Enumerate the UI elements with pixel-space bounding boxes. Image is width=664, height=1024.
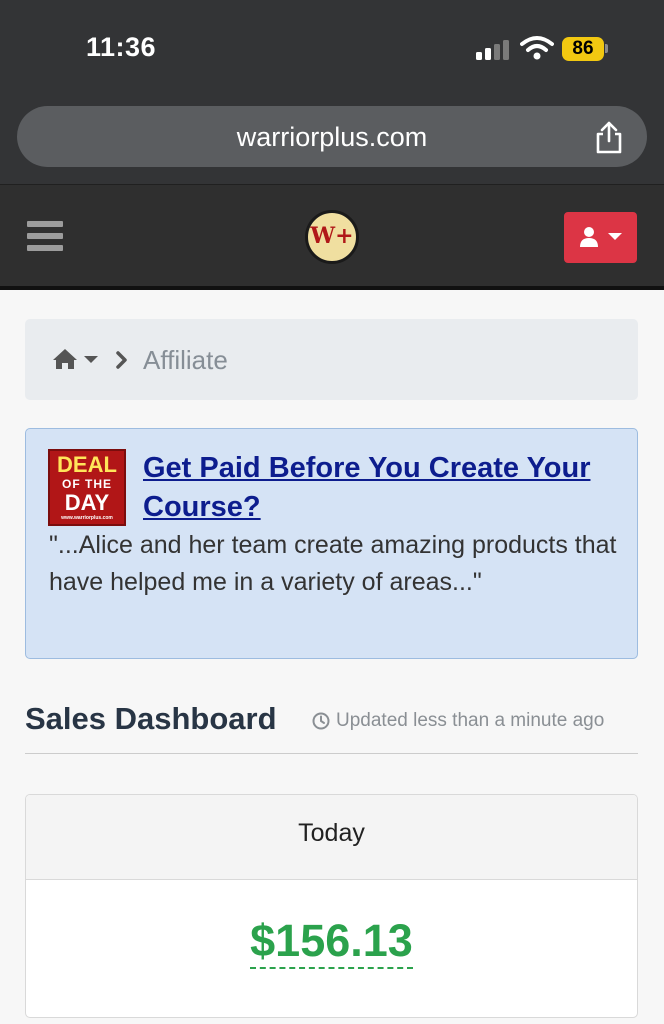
user-icon (580, 227, 598, 247)
badge-line-4: www.warriorplus.com (61, 515, 113, 521)
hamburger-menu-icon[interactable] (27, 221, 63, 251)
battery-nub (605, 44, 608, 53)
site-navbar: W+ (0, 184, 664, 290)
battery-indicator: 86 (562, 37, 604, 61)
caret-down-icon (608, 233, 622, 240)
deal-quote: "...Alice and her team create amazing pr… (49, 531, 617, 596)
panel-heading: Today (26, 795, 637, 880)
updated-timestamp: Updated less than a minute ago (336, 710, 605, 731)
status-time: 11:36 (86, 32, 157, 62)
chevron-right-icon (116, 351, 127, 369)
caret-down-icon[interactable] (84, 356, 98, 363)
address-bar[interactable]: warriorplus.com (17, 106, 647, 167)
cellular-signal-icon (476, 38, 510, 60)
sales-amount[interactable]: $156.13 (250, 915, 413, 969)
today-sales-value[interactable]: $156.13 (26, 915, 637, 969)
warriorplus-logo[interactable]: W+ (305, 210, 359, 264)
url-text[interactable]: warriorplus.com (17, 122, 647, 153)
deal-of-the-day-badge[interactable]: DEAL OF THE DAY www.warriorplus.com (48, 449, 126, 526)
breadcrumb-current: Affiliate (143, 345, 228, 375)
share-icon[interactable] (593, 120, 625, 154)
badge-line-1: DEAL (57, 452, 117, 477)
wifi-icon (520, 36, 554, 60)
dashboard-header: Sales Dashboard Updated less than a minu… (25, 698, 638, 754)
page-title: Sales Dashboard (25, 701, 277, 736)
browser-chrome: 11:36 86 warriorplus.com (0, 0, 664, 184)
deal-of-the-day-alert: DEAL OF THE DAY www.warriorplus.com Get … (25, 428, 638, 659)
clock-icon (312, 712, 330, 730)
home-icon[interactable] (52, 348, 78, 370)
deal-title-link[interactable]: Get Paid Before You Create Your Course? (143, 449, 613, 527)
badge-line-2: OF THE (62, 477, 112, 491)
today-sales-panel: Today $156.13 (25, 794, 638, 1018)
breadcrumb: Affiliate (25, 319, 638, 400)
badge-line-3: DAY (64, 490, 110, 515)
user-menu-button[interactable] (564, 212, 637, 263)
